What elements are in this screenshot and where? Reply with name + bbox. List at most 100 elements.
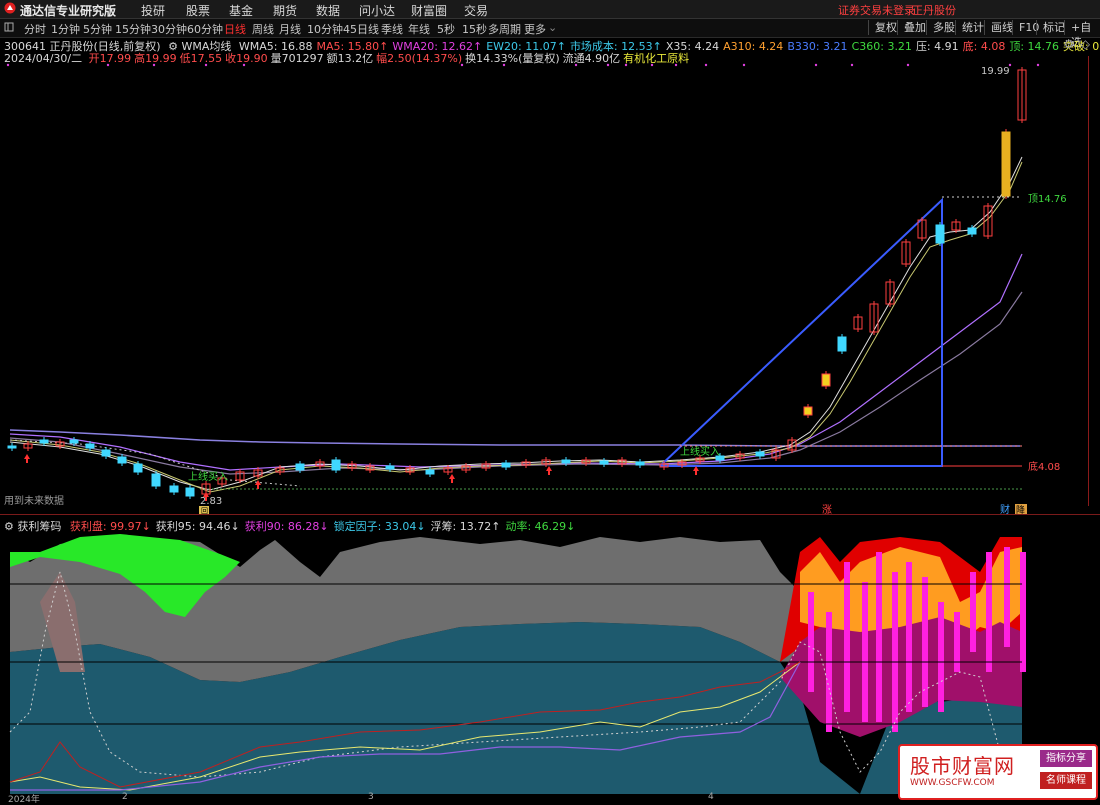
profit-bar [892, 572, 898, 732]
menu-item-trade[interactable]: 交易 [464, 2, 488, 19]
event-dot [624, 63, 628, 67]
event-dot [606, 63, 610, 67]
candle [803, 406, 813, 416]
future-data-label: 用到未来数据 [4, 494, 64, 507]
menu-item-data[interactable]: 数据 [316, 2, 340, 19]
price-axis [1088, 56, 1100, 506]
candle [331, 459, 341, 471]
profit-bar [808, 592, 814, 692]
event-dot [850, 63, 854, 67]
candle [85, 443, 95, 449]
low-price-label: 2.83 [200, 496, 222, 507]
watermark-url: WWW.GSCFW.COM [910, 778, 995, 788]
indicator-value-10: 底: 4.08 [962, 40, 1006, 53]
profit-bar [862, 582, 868, 722]
event-dot [814, 63, 818, 67]
event-dot [204, 63, 208, 67]
main-kline-chart[interactable]: 19.99 顶14.76 底4.08 2.83 上线买入 上线买入 用到未来数据… [0, 62, 1088, 514]
candle [599, 460, 609, 465]
period-tab-daily[interactable]: 日线 [224, 21, 246, 37]
buy-signal-label-1: 上线买入 [188, 470, 228, 483]
period-tab-5min[interactable]: 5分钟 [83, 21, 112, 37]
menu-item-research[interactable]: 投研 [141, 2, 165, 19]
x-tick-feb: 2 [122, 792, 128, 802]
event-dot [152, 63, 156, 67]
candlesticks [7, 67, 1027, 499]
settings-gear-icon[interactable]: ⚙ [1063, 37, 1074, 51]
event-dot [460, 63, 464, 67]
x-tick-2024: 2024年 [8, 795, 40, 805]
watermark-tag-course: 名师课程 [1040, 772, 1092, 789]
period-tab-60min[interactable]: 60分钟 [187, 21, 223, 37]
event-marker-cai[interactable]: 财 [1000, 503, 1010, 514]
candle [837, 336, 847, 352]
event-dot [650, 63, 654, 67]
app-logo-icon [4, 2, 16, 14]
profit-bar [1020, 552, 1026, 672]
indicator-value-7: B330: 3.21 [787, 40, 848, 53]
candle [501, 462, 511, 468]
event-marker-zhang[interactable]: 涨 [822, 504, 832, 514]
login-notice[interactable]: 证券交易未登录 [838, 2, 915, 18]
candle [69, 439, 79, 444]
diamond-icon[interactable]: ◇ [1081, 37, 1090, 51]
event-dot [674, 63, 678, 67]
menu-item-wealth[interactable]: 财富圈 [411, 2, 447, 19]
period-tab-timeshare[interactable]: 分时 [24, 21, 46, 37]
app-title: 通达信专业研究版 [20, 4, 117, 18]
ma-long-line [9, 429, 1020, 447]
event-dot [106, 63, 110, 67]
period-tab-15min[interactable]: 15分钟 [115, 21, 151, 37]
profit-bar [1004, 547, 1010, 647]
menu-item-wenxiaoda[interactable]: 问小达 [359, 2, 395, 19]
period-tab-45day[interactable]: 45日线 [343, 21, 379, 37]
menu-item-funds[interactable]: 基金 [229, 2, 253, 19]
period-tab-monthly[interactable]: 月线 [279, 21, 301, 37]
candle [561, 459, 571, 464]
title-bar: 通达信专业研究版 投研 股票 基金 期货 数据 问小达 财富圈 交易 证券交易未… [0, 0, 1100, 19]
event-dot [242, 63, 246, 67]
period-tab-quarterly[interactable]: 季线 [381, 21, 403, 37]
candle [169, 485, 179, 493]
period-tab-5sec[interactable]: 5秒 [437, 21, 455, 37]
indicator-value-6: A310: 4.24 [723, 40, 784, 53]
candle [425, 469, 435, 475]
candle [1001, 131, 1011, 197]
period-tab-more[interactable]: 更多 [524, 21, 546, 37]
period-tab-30min[interactable]: 30分钟 [151, 21, 187, 37]
event-dot [1036, 63, 1040, 67]
stock-name-tag: 正丹股份 [912, 4, 956, 17]
period-tab-15sec[interactable]: 15秒 [462, 21, 487, 37]
buy-signal-label-2: 上线买入 [680, 445, 720, 458]
candle [101, 449, 111, 457]
bottom-price-label: 底4.08 [1028, 460, 1060, 473]
profit-bar [876, 552, 882, 722]
high-price-label: 19.99 [981, 66, 1010, 77]
period-tab-10min[interactable]: 10分钟 [307, 21, 343, 37]
event-dot [574, 63, 578, 67]
x-tick-apr: 4 [708, 792, 714, 802]
add-watchlist-button[interactable]: +自选 [1064, 20, 1100, 49]
period-tab-weekly[interactable]: 周线 [252, 21, 274, 37]
profit-bar [938, 602, 944, 712]
collapse-icon[interactable] [4, 22, 14, 32]
indicator-value-9: 压: 4.91 [915, 40, 959, 53]
candle [967, 227, 977, 235]
candle [185, 487, 195, 497]
period-tab-yearly[interactable]: 年线 [408, 21, 430, 37]
profit-bar [986, 552, 992, 672]
menu-item-futures[interactable]: 期货 [273, 2, 297, 19]
event-dot [742, 63, 746, 67]
candle [635, 461, 645, 466]
watermark-tag-indicator: 指标分享 [1040, 750, 1092, 767]
event-dot [502, 63, 506, 67]
profit-bar [922, 577, 928, 707]
more-chevron-icon[interactable]: ⌄ [548, 21, 557, 34]
candle [295, 463, 305, 471]
menu-item-stocks[interactable]: 股票 [186, 2, 210, 19]
period-tab-1min[interactable]: 1分钟 [51, 21, 80, 37]
candle [39, 439, 49, 444]
period-tab-multi[interactable]: 多周期 [488, 21, 521, 37]
candle [385, 465, 395, 470]
top-price-label: 顶14.76 [1028, 193, 1067, 205]
